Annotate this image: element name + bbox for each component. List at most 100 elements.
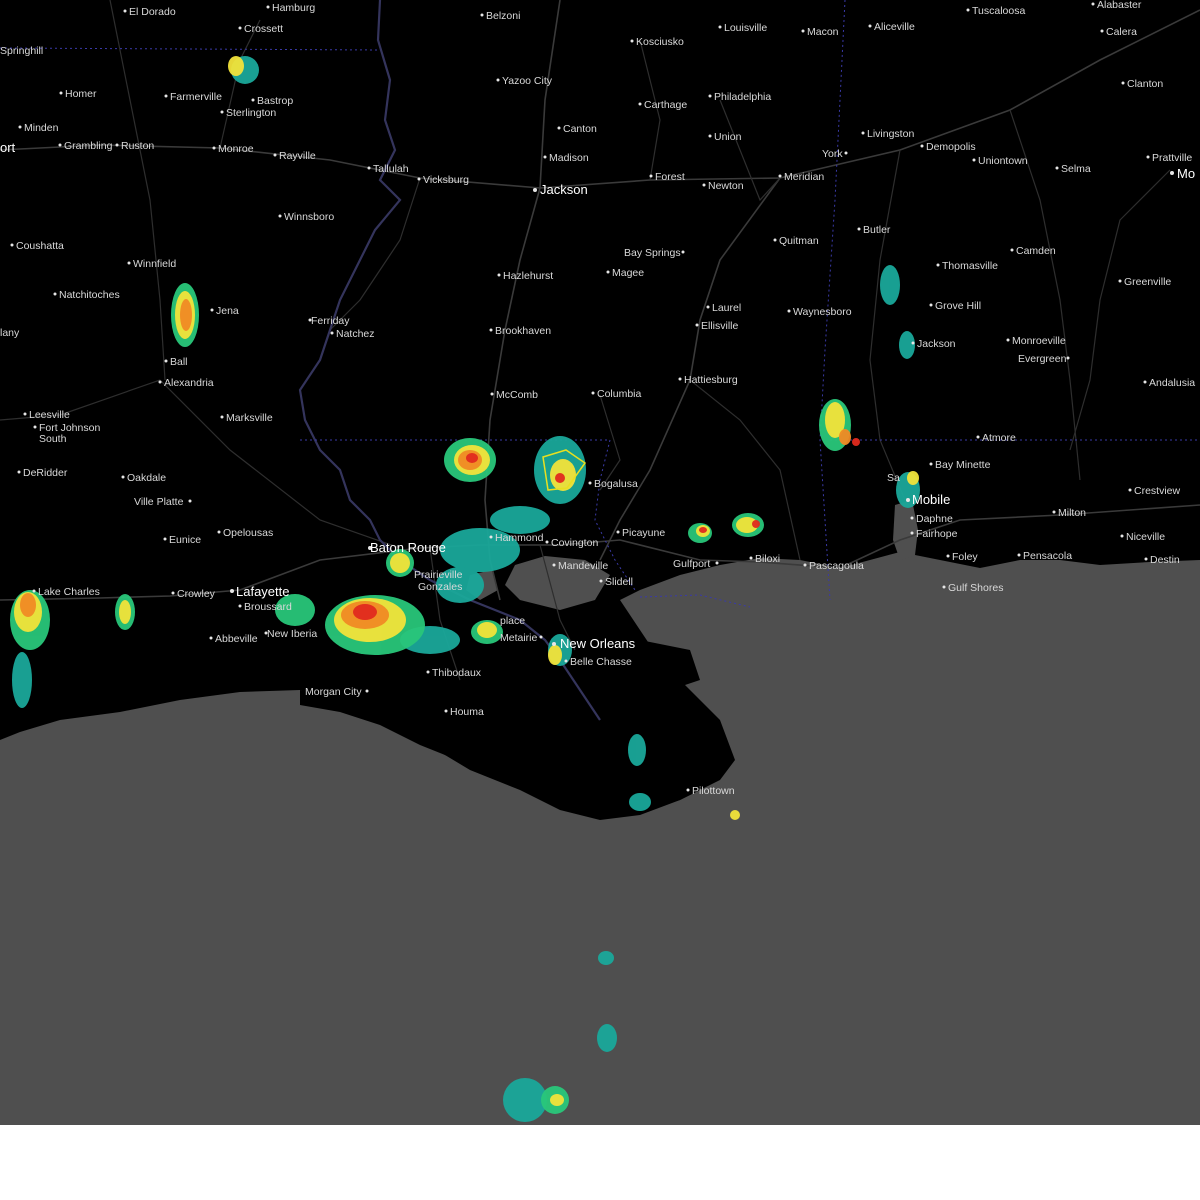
city-butler: Butler <box>857 224 891 236</box>
city-marksville: Marksville <box>220 412 273 424</box>
svg-text:Milton: Milton <box>1058 507 1086 519</box>
city-montgomery: Mo <box>1170 166 1195 181</box>
city-yazoo-city: Yazoo City <box>496 75 553 87</box>
svg-text:Biloxi: Biloxi <box>755 553 780 565</box>
city-kosciusko: Kosciusko <box>630 36 684 48</box>
city-crestview: Crestview <box>1128 485 1181 497</box>
svg-text:Bay Springs: Bay Springs <box>624 247 681 259</box>
svg-text:Vicksburg: Vicksburg <box>423 174 469 186</box>
svg-text:Winnsboro: Winnsboro <box>284 211 334 223</box>
svg-text:Gonzales: Gonzales <box>418 581 462 593</box>
city-daphne: Daphne <box>910 513 953 525</box>
svg-text:Winnfield: Winnfield <box>133 258 176 270</box>
svg-text:York: York <box>822 148 843 160</box>
svg-text:ort: ort <box>0 140 16 155</box>
map-canvas: El Dorado Hamburg Belzoni Louisville Mac… <box>0 0 1200 1125</box>
city-biloxi: Biloxi <box>749 553 780 565</box>
city-broussard: Broussard <box>238 601 292 613</box>
city-louisville: Louisville <box>718 22 767 34</box>
city-abbeville: Abbeville <box>209 633 258 645</box>
city-winnfield: Winnfield <box>127 258 176 270</box>
svg-text:Sa: Sa <box>887 472 900 484</box>
svg-text:Quitman: Quitman <box>779 235 819 247</box>
city-newton: Newton <box>702 180 744 192</box>
city-bay-minette: Bay Minette <box>929 459 991 471</box>
svg-text:Laurel: Laurel <box>712 302 741 314</box>
city-destin: Destin <box>1144 554 1180 566</box>
city-jena: Jena <box>210 305 239 317</box>
city-jackson: Jackson <box>533 182 588 197</box>
svg-text:Houma: Houma <box>450 706 484 718</box>
city-new-orleans: New Orleans <box>552 636 636 651</box>
svg-text:lany: lany <box>0 327 20 339</box>
city-belzoni: Belzoni <box>480 10 520 22</box>
city-ferriday: Ferriday <box>308 315 350 327</box>
svg-text:Marksville: Marksville <box>226 412 273 424</box>
svg-text:Minden: Minden <box>24 122 59 134</box>
svg-text:Bay Minette: Bay Minette <box>935 459 991 471</box>
city-natchez: Natchez <box>330 328 375 340</box>
city-natchitoches: Natchitoches <box>53 289 120 301</box>
city-ruston: Ruston <box>115 140 154 152</box>
svg-text:Leesville: Leesville <box>29 409 70 421</box>
city-waynesboro: Waynesboro <box>787 306 852 318</box>
svg-text:Waynesboro: Waynesboro <box>793 306 852 318</box>
svg-text:Covington: Covington <box>551 537 598 549</box>
svg-text:Alabaster: Alabaster <box>1097 0 1142 11</box>
svg-text:Meridian: Meridian <box>784 171 824 183</box>
city-gonzales: Gonzales <box>418 581 462 593</box>
svg-text:Greenville: Greenville <box>1124 276 1171 288</box>
city-mandeville: Mandeville <box>552 560 608 572</box>
svg-text:Monroe: Monroe <box>218 143 254 155</box>
svg-text:Grove Hill: Grove Hill <box>935 300 981 312</box>
city-uniontown: Uniontown <box>972 155 1028 167</box>
svg-text:Morgan City: Morgan City <box>305 686 362 698</box>
svg-text:Philadelphia: Philadelphia <box>714 91 771 103</box>
city-laurel: Laurel <box>706 302 741 314</box>
city-foley: Foley <box>946 551 978 563</box>
svg-text:Uniontown: Uniontown <box>978 155 1028 167</box>
city-new-iberia: New Iberia <box>264 628 317 640</box>
svg-text:Evergreen: Evergreen <box>1018 353 1067 365</box>
city-picayune: Picayune <box>616 527 665 539</box>
city-pascagoula: Pascagoula <box>803 560 864 572</box>
svg-text:McComb: McComb <box>496 389 538 401</box>
svg-text:DeRidder: DeRidder <box>23 467 68 479</box>
city-columbia: Columbia <box>591 388 642 400</box>
city-baton-rouge: Baton Rouge <box>368 540 446 555</box>
svg-text:Ville Platte: Ville Platte <box>134 496 184 508</box>
svg-text:Jackson: Jackson <box>917 338 956 350</box>
svg-text:Butler: Butler <box>863 224 891 236</box>
svg-text:Pensacola: Pensacola <box>1023 550 1072 562</box>
svg-text:Monroeville: Monroeville <box>1012 335 1066 347</box>
svg-text:Baton Rouge: Baton Rouge <box>370 540 446 555</box>
city-ellisville: Ellisville <box>695 320 739 332</box>
svg-text:Columbia: Columbia <box>597 388 642 400</box>
svg-text:Mobile: Mobile <box>912 492 950 507</box>
svg-text:Alexandria: Alexandria <box>164 377 214 389</box>
svg-text:Slidell: Slidell <box>605 576 633 588</box>
city-forest: Forest <box>649 171 685 183</box>
svg-text:Hazlehurst: Hazlehurst <box>503 270 553 282</box>
svg-text:Madison: Madison <box>549 152 589 164</box>
svg-text:Andalusia: Andalusia <box>1149 377 1195 389</box>
city-madison: Madison <box>543 152 589 164</box>
svg-text:Tallulah: Tallulah <box>373 163 409 175</box>
city-canton: Canton <box>557 123 597 135</box>
city-hazlehurst: Hazlehurst <box>497 270 553 282</box>
svg-text:Newton: Newton <box>708 180 744 192</box>
svg-text:Homer: Homer <box>65 88 97 100</box>
city-crowley: Crowley <box>171 588 216 600</box>
radar-map[interactable]: El Dorado Hamburg Belzoni Louisville Mac… <box>0 0 1200 1125</box>
city-metairie: Metairie <box>500 632 543 644</box>
svg-text:Brookhaven: Brookhaven <box>495 325 551 337</box>
svg-text:Thibodaux: Thibodaux <box>432 667 482 679</box>
city-tallulah: Tallulah <box>367 163 409 175</box>
city-grambling: Grambling <box>58 140 113 152</box>
svg-text:Natchitoches: Natchitoches <box>59 289 120 301</box>
svg-text:Aliceville: Aliceville <box>874 21 915 33</box>
svg-text:Pilottown: Pilottown <box>692 785 735 797</box>
svg-text:Crossett: Crossett <box>244 23 283 35</box>
city-alexandria: Alexandria <box>158 377 214 389</box>
city-laplace: place <box>500 615 525 627</box>
